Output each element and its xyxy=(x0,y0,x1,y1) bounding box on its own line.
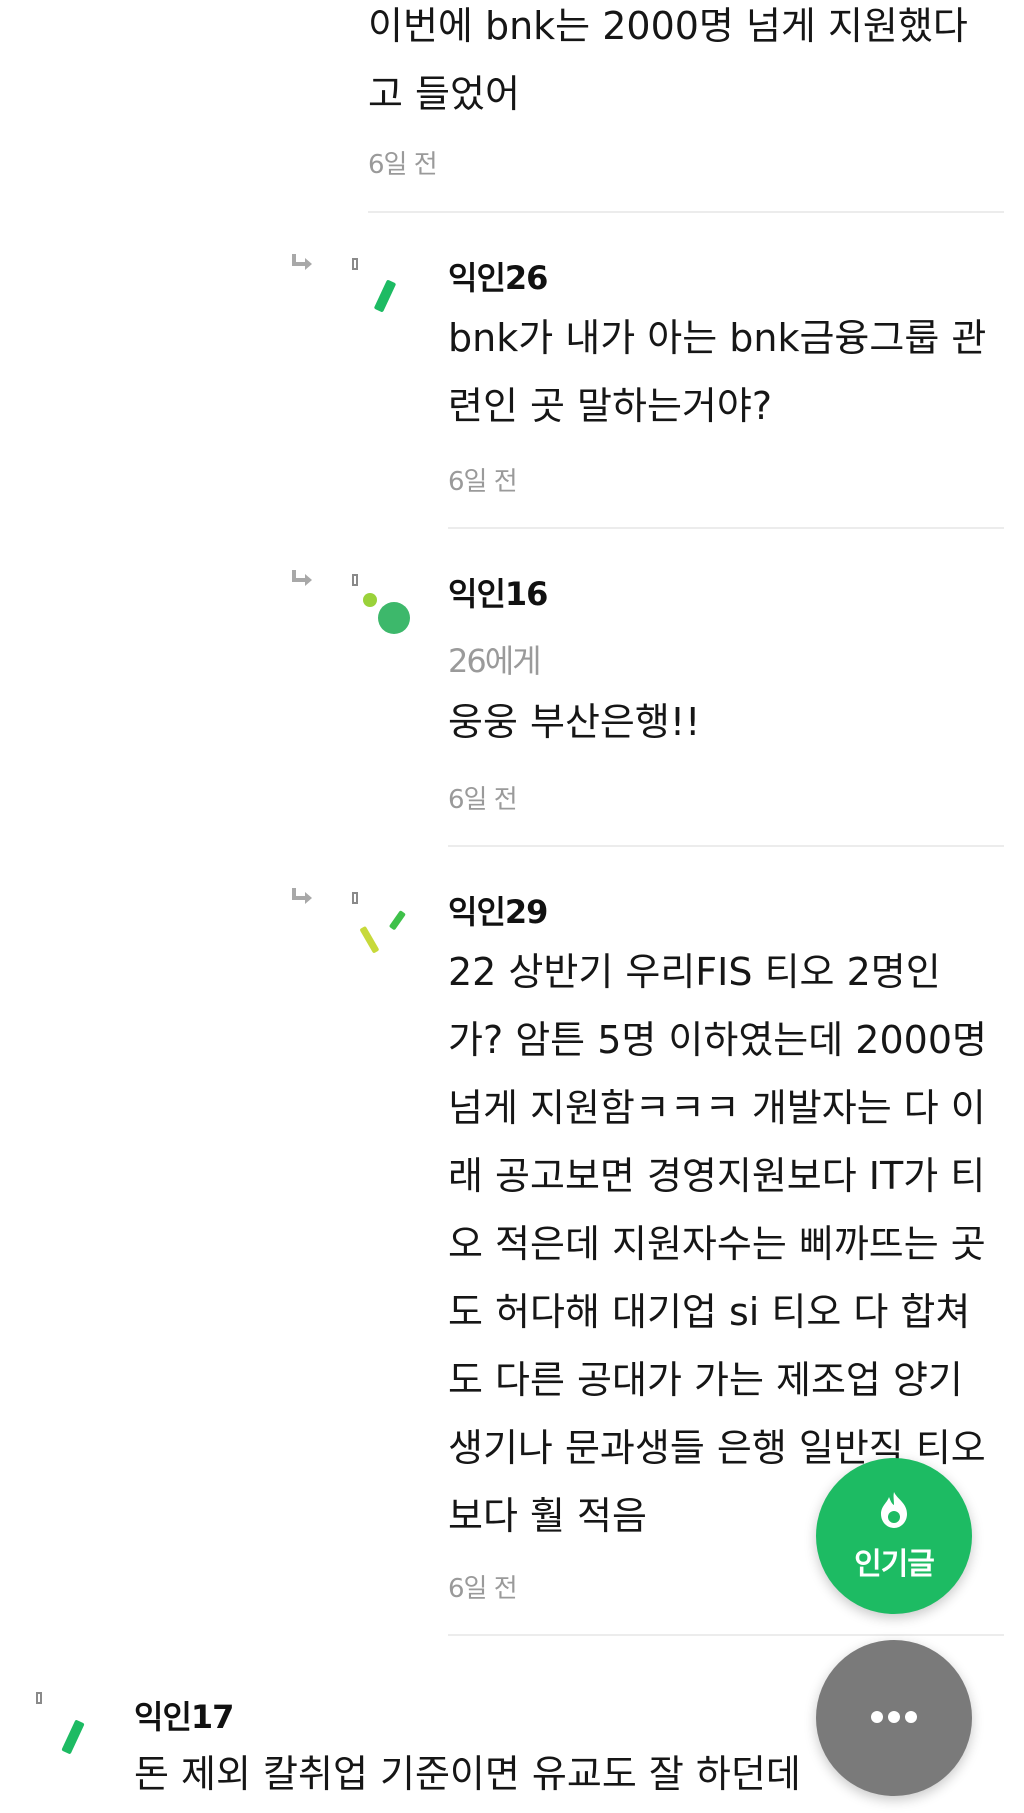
comment-body: 웅웅 부산은행!! xyxy=(448,700,701,744)
comment-time: 6일 전 xyxy=(448,467,518,497)
avatar xyxy=(356,906,416,966)
popular-posts-label: 인기글 xyxy=(854,1547,935,1582)
divider xyxy=(448,1634,1004,1636)
comment-thread: 이번에 bnk는 2000명 넘게 지원했다 고 들었어 6일 전 익인26 b… xyxy=(0,0,1024,1813)
more-dots-icon xyxy=(870,1709,918,1728)
comment-menu-icon[interactable] xyxy=(36,1692,42,1704)
divider xyxy=(368,211,1004,213)
divider xyxy=(448,527,1004,529)
popular-posts-button[interactable]: 인기글 xyxy=(816,1458,972,1614)
comment-time: 6일 전 xyxy=(368,150,438,180)
reply-arrow-icon xyxy=(290,568,316,590)
reply-arrow-icon xyxy=(290,252,316,274)
more-button[interactable] xyxy=(816,1640,972,1796)
flame-icon xyxy=(873,1489,915,1535)
comment-author: 익인26 xyxy=(448,259,548,297)
avatar xyxy=(46,1708,106,1768)
comment-author: 익인17 xyxy=(134,1698,234,1736)
comment-author: 익인16 xyxy=(448,575,548,613)
comment-body: 이번에 bnk는 2000명 넘게 지원했다 고 들었어 xyxy=(368,4,968,116)
comment-body: bnk가 내가 아는 bnk금융그룹 관 련인 곳 말하는거야? xyxy=(448,316,987,428)
divider xyxy=(448,845,1004,847)
comment-author: 익인29 xyxy=(448,893,548,931)
reply-arrow-icon xyxy=(290,886,316,908)
comment-body: 돈 제외 칼취업 기준이면 유교도 잘 하던데 xyxy=(134,1752,801,1796)
comment-menu-icon[interactable] xyxy=(352,258,358,270)
reply-target: 26에게 xyxy=(448,642,542,680)
comment-menu-icon[interactable] xyxy=(352,892,358,904)
comment-menu-icon[interactable] xyxy=(352,574,358,586)
comment-body: 22 상반기 우리FIS 티오 2명인 가? 암튼 5명 이하였는데 2000명… xyxy=(448,950,987,1538)
avatar xyxy=(366,268,426,328)
comment-time: 6일 전 xyxy=(448,1574,518,1604)
avatar xyxy=(356,588,416,648)
comment-time: 6일 전 xyxy=(448,785,518,815)
